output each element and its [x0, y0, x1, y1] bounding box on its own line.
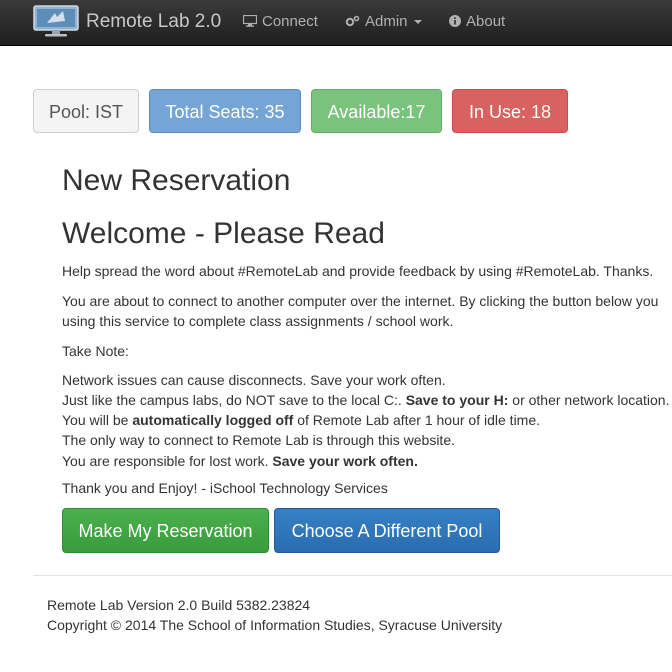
note-save-location-c: or other network location. [508, 392, 670, 408]
pool-badge: Pool: IST [33, 89, 139, 133]
note-idle-logoff-b: automatically logged off [132, 412, 294, 428]
note-idle-logoff-c: of Remote Lab after 1 hour of idle time. [293, 412, 541, 428]
copyright-text: Copyright © 2014 The School of Informati… [47, 617, 503, 633]
note-save-location-b: Save to your H: [405, 392, 509, 408]
desktop-icon [242, 14, 258, 31]
make-reservation-button[interactable]: Make My Reservation [62, 508, 269, 553]
nav-about-label: About [466, 13, 506, 30]
nav-admin-label: Admin [365, 13, 408, 30]
available-badge: Available:17 [311, 89, 442, 133]
note-network: Network issues can cause disconnects. Sa… [62, 372, 446, 388]
spread-word-text: Help spread the word about #RemoteLab an… [62, 263, 654, 279]
nav-admin[interactable]: Admin [345, 13, 422, 31]
in-use-badge: In Use: 18 [452, 89, 568, 133]
note-idle-logoff: You will be automatically logged off of … [62, 410, 540, 430]
brand-title[interactable]: Remote Lab 2.0 [86, 11, 221, 33]
monitor-logo-icon[interactable] [33, 5, 79, 37]
note-lost-work: You are responsible for lost work. Save … [62, 451, 418, 471]
take-note-label: Take Note: [62, 343, 129, 359]
note-save-location-a: Just like the campus labs, do NOT save t… [62, 392, 406, 408]
gears-icon [345, 14, 360, 31]
nav-about[interactable]: About [449, 13, 505, 31]
about-text-line2: using this service to complete class ass… [62, 313, 454, 329]
thanks-text: Thank you and Enjoy! - iSchool Technolog… [62, 480, 388, 496]
note-website-only: The only way to connect to Remote Lab is… [62, 432, 455, 448]
nav-connect[interactable]: Connect [242, 13, 318, 31]
note-lost-work-a: You are responsible for lost work. [62, 453, 273, 469]
nav-connect-label: Connect [262, 13, 318, 30]
note-idle-logoff-a: You will be [62, 412, 133, 428]
welcome-heading: Welcome - Please Read [62, 217, 385, 250]
chevron-down-icon [413, 20, 422, 25]
page-title: New Reservation [62, 164, 291, 197]
total-seats-badge: Total Seats: 35 [149, 89, 301, 133]
navbar: Remote Lab 2.0 Connect Admin About [0, 0, 672, 46]
note-save-location: Just like the campus labs, do NOT save t… [62, 390, 669, 410]
version-text: Remote Lab Version 2.0 Build 5382.23824 [47, 597, 311, 613]
footer-divider [33, 575, 672, 576]
note-lost-work-b: Save your work often. [272, 453, 418, 469]
info-circle-icon [449, 14, 461, 31]
choose-pool-button[interactable]: Choose A Different Pool [274, 508, 500, 553]
about-text-line1: You are about to connect to another comp… [62, 293, 659, 309]
